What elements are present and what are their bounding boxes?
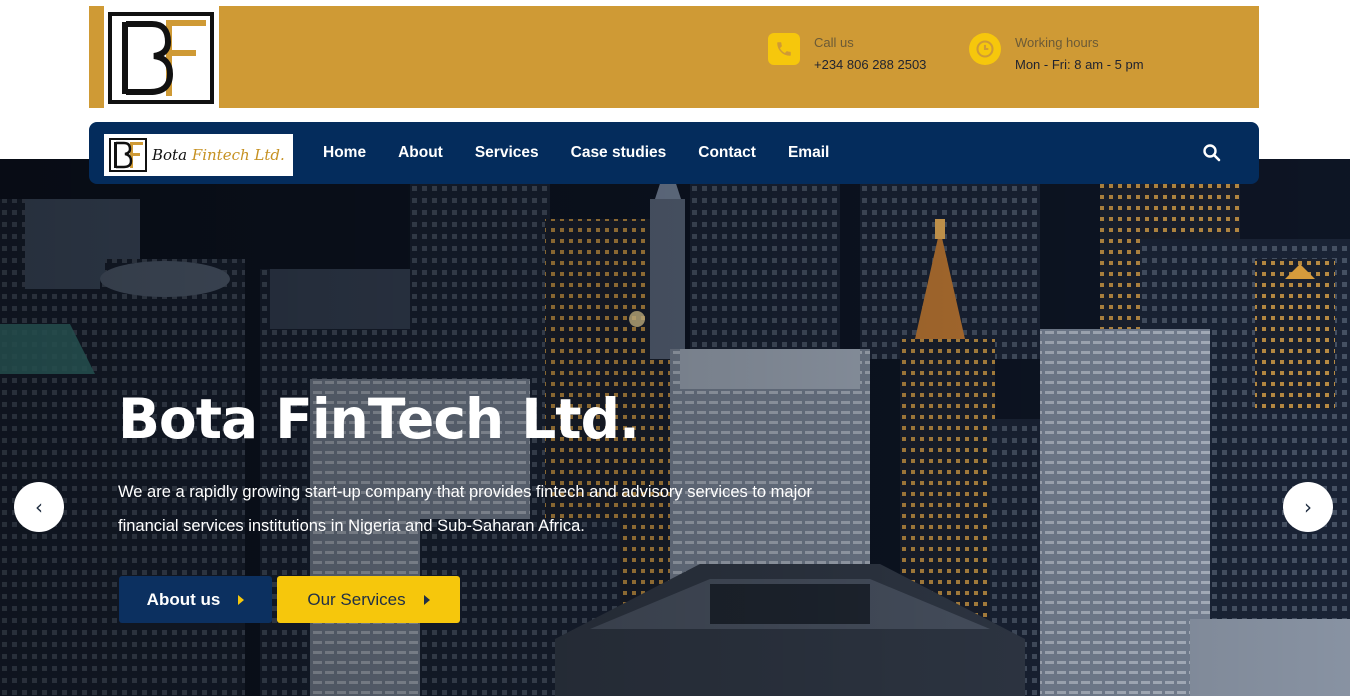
search-icon — [1203, 144, 1221, 162]
chevron-right-icon: › — [1304, 495, 1312, 519]
phone-number[interactable]: +234 806 288 2503 — [814, 57, 926, 72]
header-topbar: Call us +234 806 288 2503 Working hours … — [89, 6, 1259, 114]
nav-item-email[interactable]: Email — [788, 144, 829, 162]
chevron-left-icon: ‹ — [35, 495, 43, 519]
nav-logo-text-accent: Fintech Ltd. — [191, 146, 285, 164]
our-services-button[interactable]: Our Services — [277, 576, 460, 623]
hero-description: We are a rapidly growing start-up compan… — [118, 483, 812, 535]
site-logo[interactable] — [104, 6, 219, 114]
search-button[interactable] — [1202, 143, 1222, 163]
main-navbar: Bota Fintech Ltd. Home About Services Ca… — [89, 122, 1259, 184]
our-services-button-label: Our Services — [307, 589, 406, 609]
nav-logo-text: Bota Fintech Ltd. — [152, 146, 285, 164]
clock-icon — [969, 33, 1001, 65]
nav-menu: Home About Services Case studies Contact… — [323, 122, 861, 184]
slider-next-button[interactable]: › — [1283, 482, 1333, 532]
working-hours-value: Mon - Fri: 8 am - 5 pm — [1015, 57, 1144, 72]
working-hours-label: Working hours — [1015, 35, 1099, 50]
caret-right-icon — [423, 594, 430, 605]
nav-item-about[interactable]: About — [398, 144, 443, 162]
nav-logo[interactable]: Bota Fintech Ltd. — [104, 134, 293, 176]
call-us-block: Call us +234 806 288 2503 — [768, 33, 926, 72]
hero-title: Bota FinTech Ltd. — [118, 387, 640, 451]
slider-prev-button[interactable]: ‹ — [14, 482, 64, 532]
phone-icon — [768, 33, 800, 65]
caret-right-icon — [238, 594, 245, 605]
nav-item-services[interactable]: Services — [475, 144, 539, 162]
call-us-label: Call us — [814, 35, 854, 50]
bf-logo-mark-small — [109, 138, 147, 172]
about-us-button[interactable]: About us — [119, 576, 272, 623]
bf-logo-mark — [108, 12, 214, 104]
nav-item-home[interactable]: Home — [323, 144, 366, 162]
hero-slider: Bota FinTech Ltd. We are a rapidly growi… — [0, 159, 1350, 696]
nav-logo-text-main: Bota — [152, 146, 188, 164]
working-hours-block: Working hours Mon - Fri: 8 am - 5 pm — [969, 33, 1144, 72]
nav-item-case-studies[interactable]: Case studies — [571, 144, 667, 162]
nav-item-contact[interactable]: Contact — [698, 144, 756, 162]
about-us-button-label: About us — [146, 589, 221, 609]
